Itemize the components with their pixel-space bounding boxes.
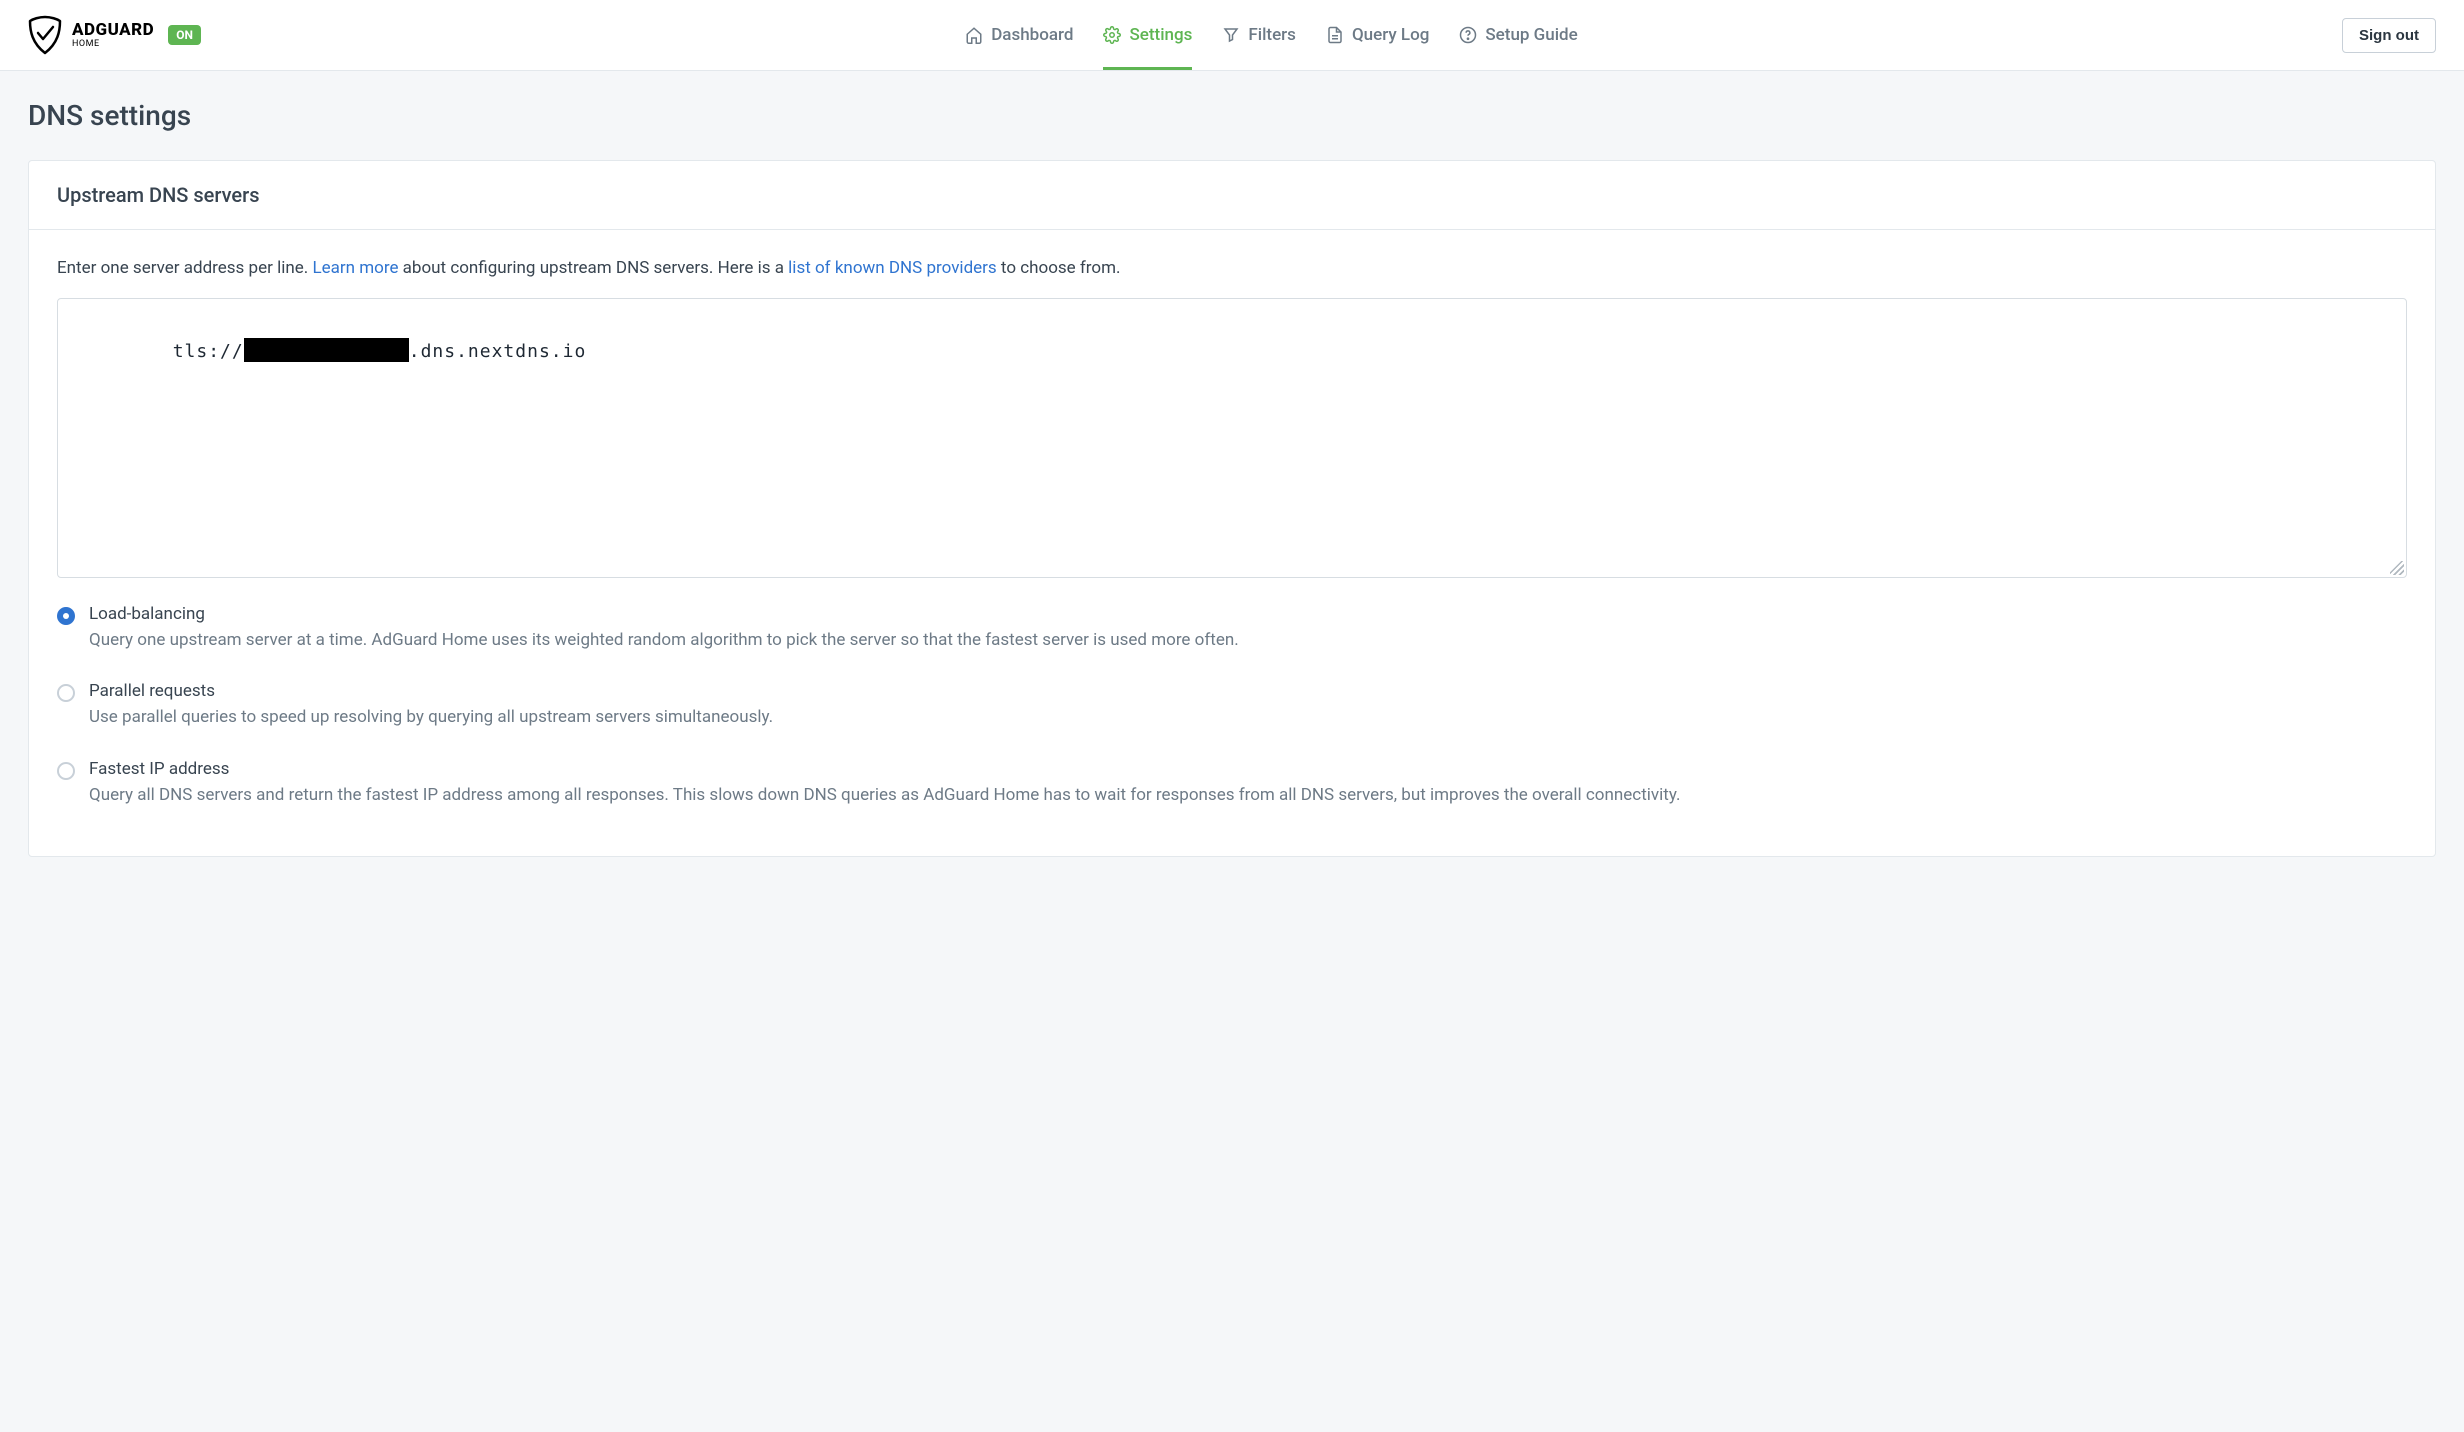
radio-icon[interactable] xyxy=(57,762,75,780)
mode-fastest[interactable]: Fastest IP address Query all DNS servers… xyxy=(57,759,2407,809)
nav-label: Settings xyxy=(1129,25,1192,45)
help-mid: about configuring upstream DNS servers. … xyxy=(398,258,788,278)
mode-desc: Use parallel queries to speed up resolvi… xyxy=(89,705,2407,731)
radio-icon[interactable] xyxy=(57,607,75,625)
nav-label: Setup Guide xyxy=(1485,25,1577,45)
upstream-help-text: Enter one server address per line. Learn… xyxy=(57,256,2407,282)
mode-desc: Query one upstream server at a time. AdG… xyxy=(89,628,2407,654)
brand-subtitle: HOME xyxy=(72,40,154,49)
radio-icon[interactable] xyxy=(57,684,75,702)
filter-icon xyxy=(1222,26,1240,44)
mode-title: Fastest IP address xyxy=(89,759,2407,779)
server-prefix: tls:// xyxy=(173,341,244,362)
page-title: DNS settings xyxy=(28,99,2436,132)
status-badge[interactable]: ON xyxy=(168,25,201,45)
brand-title: ADGUARD xyxy=(72,22,154,39)
upstream-servers-input[interactable]: tls:// .dns.nextdns.io xyxy=(57,298,2407,578)
nav-setup-guide[interactable]: Setup Guide xyxy=(1459,0,1577,70)
upstream-card: Upstream DNS servers Enter one server ad… xyxy=(28,160,2436,857)
known-providers-link[interactable]: list of known DNS providers xyxy=(788,258,997,278)
mode-title: Load-balancing xyxy=(89,604,2407,624)
sign-out-button[interactable]: Sign out xyxy=(2342,18,2436,53)
nav-label: Dashboard xyxy=(991,25,1073,45)
server-suffix: .dns.nextdns.io xyxy=(409,341,587,362)
file-icon xyxy=(1326,26,1344,44)
brand-logo-block[interactable]: ADGUARD HOME ON xyxy=(28,15,201,55)
help-post: to choose from. xyxy=(997,258,1121,278)
mode-title: Parallel requests xyxy=(89,681,2407,701)
help-pre: Enter one server address per line. xyxy=(57,258,312,278)
mode-desc: Query all DNS servers and return the fas… xyxy=(89,783,2407,809)
nav-filters[interactable]: Filters xyxy=(1222,0,1296,70)
app-header: ADGUARD HOME ON Dashboard Settings Filte… xyxy=(0,0,2464,71)
learn-more-link[interactable]: Learn more xyxy=(312,258,398,278)
mode-load-balancing[interactable]: Load-balancing Query one upstream server… xyxy=(57,604,2407,654)
gear-icon xyxy=(1103,26,1121,44)
mode-parallel[interactable]: Parallel requests Use parallel queries t… xyxy=(57,681,2407,731)
home-icon xyxy=(965,26,983,44)
redacted-segment xyxy=(244,338,409,362)
nav-label: Query Log xyxy=(1352,25,1429,45)
help-circle-icon xyxy=(1459,26,1477,44)
resize-handle-icon[interactable] xyxy=(2390,561,2404,575)
nav-settings[interactable]: Settings xyxy=(1103,0,1192,70)
shield-check-icon xyxy=(28,15,62,55)
nav-label: Filters xyxy=(1248,25,1296,45)
main-nav: Dashboard Settings Filters Query Log Set… xyxy=(965,0,1578,70)
upstream-mode-group: Load-balancing Query one upstream server… xyxy=(57,604,2407,809)
nav-dashboard[interactable]: Dashboard xyxy=(965,0,1073,70)
card-header: Upstream DNS servers xyxy=(29,161,2435,230)
nav-query-log[interactable]: Query Log xyxy=(1326,0,1429,70)
